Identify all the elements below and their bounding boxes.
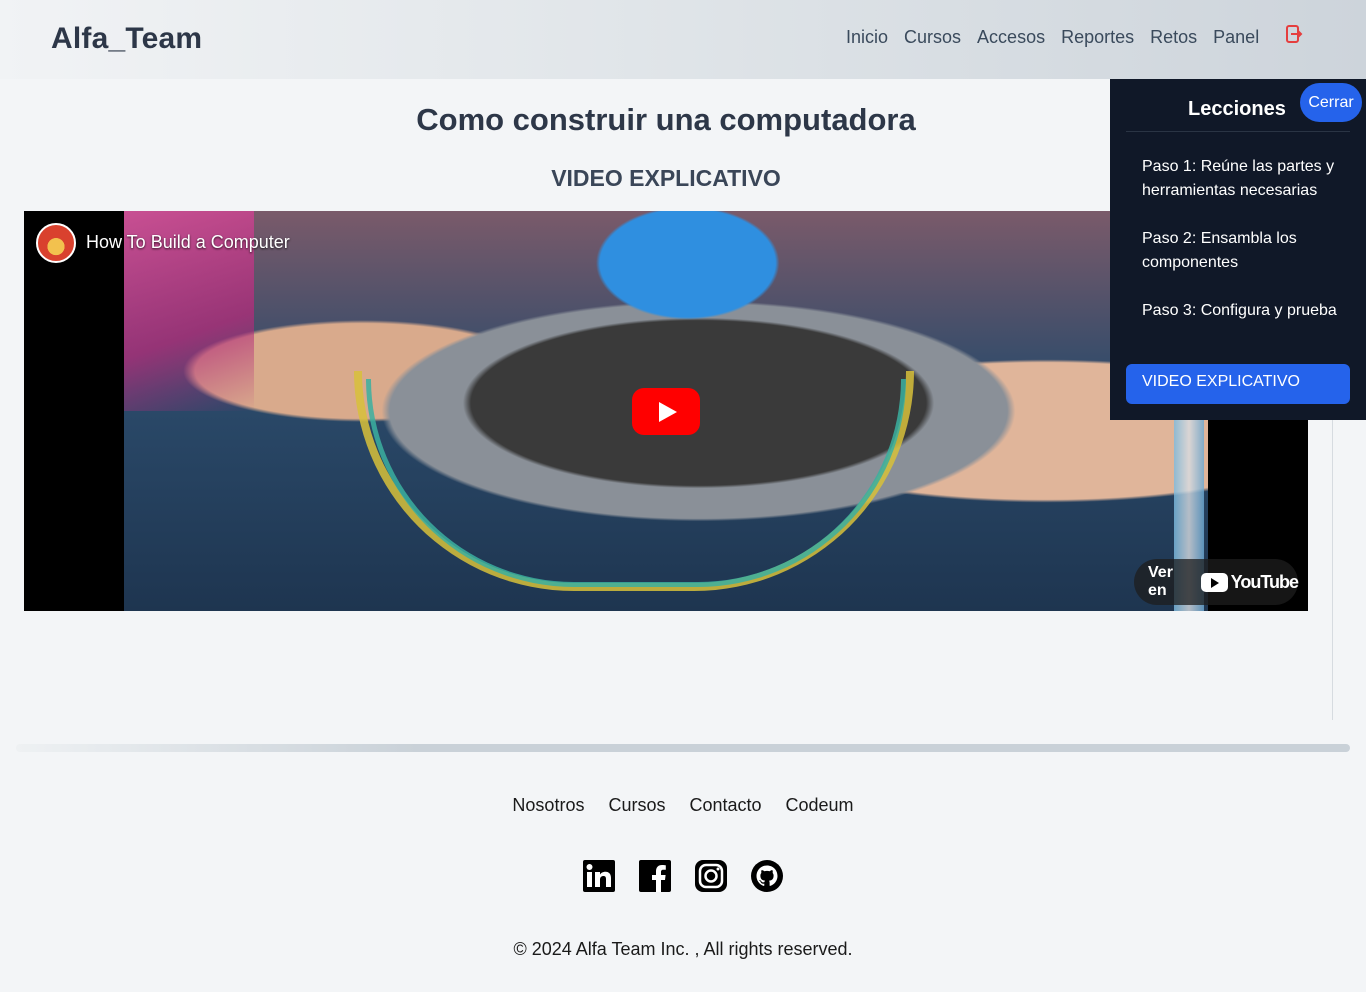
lesson-item-1[interactable]: Paso 1: Reúne las partes y herramientas … <box>1142 155 1342 203</box>
linkedin-icon[interactable] <box>583 860 615 892</box>
lesson-item-2[interactable]: Paso 2: Ensambla los componentes <box>1142 227 1342 275</box>
footer-link-nosotros[interactable]: Nosotros <box>512 795 584 816</box>
nav-panel[interactable]: Panel <box>1205 27 1267 48</box>
header: Alfa_Team Inicio Cursos Accesos Reportes… <box>0 0 1366 79</box>
lesson-item-3[interactable]: Paso 3: Configura y prueba <box>1142 299 1342 323</box>
main-nav: Inicio Cursos Accesos Reportes Retos Pan… <box>838 27 1267 48</box>
footer-links: Nosotros Cursos Contacto Codeum <box>0 795 1366 816</box>
instagram-icon[interactable] <box>695 860 727 892</box>
divider-vertical <box>1332 420 1333 720</box>
close-sidebar-button[interactable]: Cerrar <box>1300 83 1362 122</box>
logout-icon[interactable] <box>1285 25 1303 45</box>
footer-link-cursos[interactable]: Cursos <box>608 795 665 816</box>
footer-link-codeum[interactable]: Codeum <box>786 795 854 816</box>
nav-retos[interactable]: Retos <box>1142 27 1205 48</box>
nav-cursos[interactable]: Cursos <box>896 27 969 48</box>
nav-inicio[interactable]: Inicio <box>838 27 896 48</box>
video-title[interactable]: How To Build a Computer <box>86 232 290 253</box>
watch-on-youtube-button[interactable]: Ver en YouTube <box>1134 559 1299 605</box>
lessons-sidebar: Lecciones Cerrar Paso 1: Reúne las parte… <box>1110 79 1366 420</box>
footer-link-contacto[interactable]: Contacto <box>689 795 761 816</box>
brand-logo[interactable]: Alfa_Team <box>51 22 202 56</box>
nav-accesos[interactable]: Accesos <box>969 27 1053 48</box>
youtube-play-icon <box>1200 572 1228 592</box>
nav-reportes[interactable]: Reportes <box>1053 27 1142 48</box>
watch-on-label: Ver en <box>1148 564 1173 599</box>
social-links <box>583 860 783 892</box>
facebook-icon[interactable] <box>639 860 671 892</box>
lesson-item-video-active[interactable]: VIDEO EXPLICATIVO <box>1126 364 1350 404</box>
channel-avatar[interactable] <box>36 223 76 263</box>
play-button[interactable] <box>632 388 700 435</box>
copyright-text: © 2024 Alfa Team Inc. , All rights reser… <box>513 939 853 959</box>
sidebar-divider <box>1126 131 1350 132</box>
sidebar-title: Lecciones <box>1188 98 1286 120</box>
youtube-wordmark: YouTube <box>1230 571 1299 592</box>
footer-divider <box>16 744 1350 752</box>
github-icon[interactable] <box>751 860 783 892</box>
youtube-logo: YouTube <box>1200 571 1299 593</box>
